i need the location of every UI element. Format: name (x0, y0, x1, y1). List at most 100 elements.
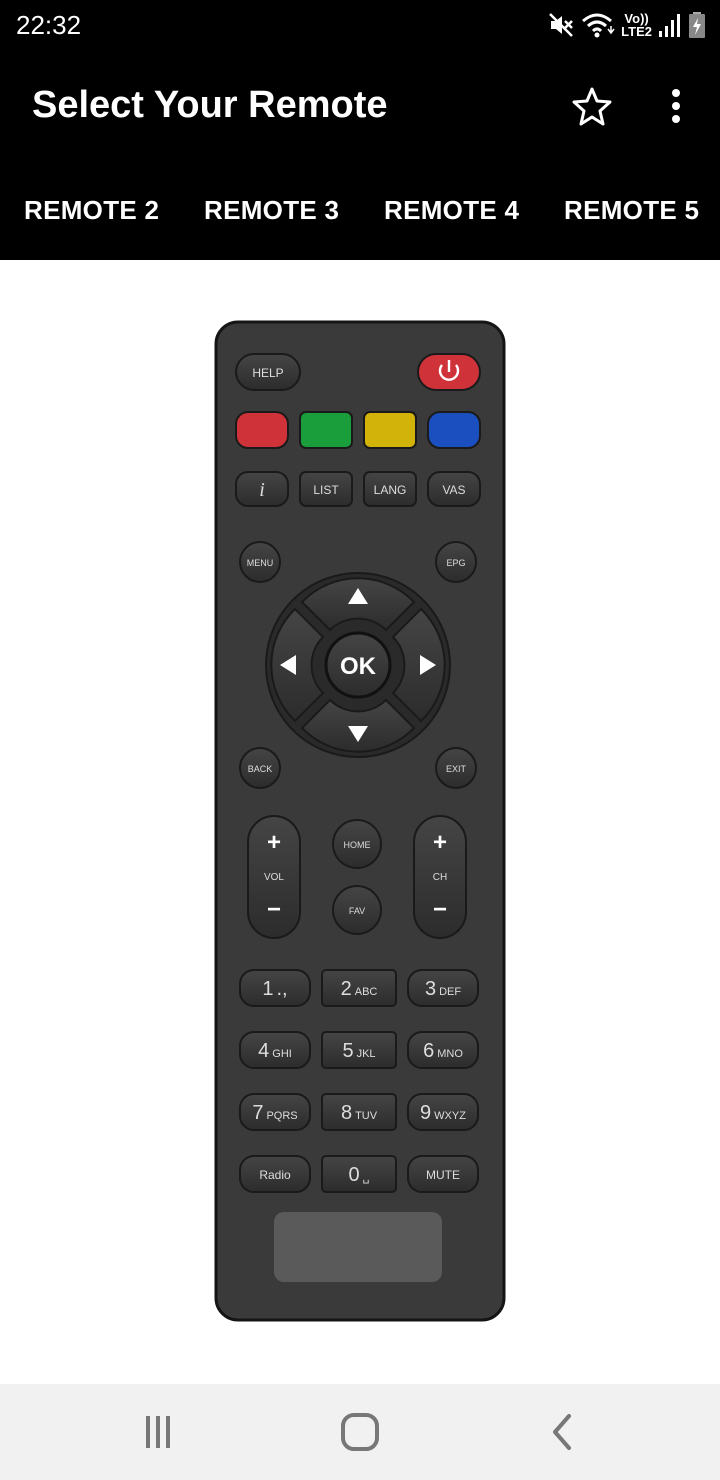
tab-bar: REMOTE 2 REMOTE 3 REMOTE 4 REMOTE 5 (0, 160, 720, 260)
home-button[interactable]: HOME (332, 819, 382, 869)
green-button[interactable] (299, 411, 353, 449)
favorite-button[interactable] (566, 80, 618, 132)
exit-button[interactable]: EXIT (435, 747, 477, 789)
status-bar: 22:32 Vo)) LTE2 (0, 0, 720, 50)
status-time: 22:32 (16, 10, 82, 40)
key-5-letters: JKL (357, 1048, 376, 1060)
tab-remote-4[interactable]: REMOTE 4 (384, 160, 519, 260)
key-0-letters: ␣ (363, 1172, 370, 1184)
tab-remote-2[interactable]: REMOTE 2 (24, 160, 159, 260)
fav-button[interactable]: FAV (332, 885, 382, 935)
home-label: HOME (344, 840, 371, 850)
vol-plus-label: + (267, 829, 281, 856)
help-label: HELP (252, 366, 283, 380)
vol-minus-label: − (267, 896, 281, 923)
key-8-digit: 8 (341, 1102, 352, 1124)
lte2-label: LTE2 (621, 24, 652, 39)
red-button[interactable] (235, 411, 289, 449)
system-nav-bar (0, 1384, 720, 1480)
key-8[interactable]: 8 TUV (321, 1093, 397, 1131)
radio-label: Radio (259, 1168, 291, 1182)
epg-label: EPG (446, 558, 465, 568)
key-6[interactable]: 6 MNO (407, 1031, 479, 1069)
app-bar: Select Your Remote (0, 50, 720, 160)
key-1-letters: ., (277, 978, 288, 1000)
key-3-digit: 3 (425, 978, 436, 1000)
ch-label: CH (433, 872, 447, 883)
lang-label: LANG (374, 483, 407, 497)
dpad: OK (265, 572, 451, 758)
volte-lte2-icon: Vo)) LTE2 (621, 12, 652, 38)
key-3-letters: DEF (439, 986, 461, 998)
power-button[interactable] (417, 353, 481, 391)
info-button[interactable]: i (235, 471, 289, 507)
wifi-icon (582, 13, 615, 38)
star-icon (572, 87, 612, 126)
more-vert-icon (672, 89, 680, 123)
back-label: BACK (248, 764, 273, 774)
key-7-letters: PQRS (266, 1110, 297, 1122)
tab-remote-3[interactable]: REMOTE 3 (204, 160, 339, 260)
back-nav-button[interactable] (522, 1404, 602, 1460)
ok-label: OK (340, 653, 377, 680)
home-icon (341, 1413, 379, 1451)
key-5[interactable]: 5 JKL (321, 1031, 397, 1069)
help-button[interactable]: HELP (235, 353, 301, 391)
radio-button[interactable]: Radio (239, 1155, 311, 1193)
channel-rocker[interactable]: + CH − (413, 815, 467, 939)
key-9-letters: WXYZ (434, 1110, 466, 1122)
recent-apps-icon (146, 1416, 170, 1448)
key-0-digit: 0 (348, 1164, 359, 1186)
key-6-digit: 6 (423, 1040, 434, 1062)
vas-label: VAS (442, 483, 465, 497)
key-4-letters: GHI (272, 1048, 292, 1060)
key-6-letters: MNO (437, 1048, 463, 1060)
mute-button[interactable]: MUTE (407, 1155, 479, 1193)
more-options-button[interactable] (654, 80, 698, 132)
lang-button[interactable]: LANG (363, 471, 417, 507)
key-3[interactable]: 3 DEF (407, 969, 479, 1007)
status-icons: Vo)) LTE2 (547, 8, 706, 42)
yellow-button[interactable] (363, 411, 417, 449)
key-2-digit: 2 (341, 978, 352, 1000)
key-0[interactable]: 0 ␣ (321, 1155, 397, 1193)
signal-icon (659, 14, 680, 37)
battery-icon (689, 12, 705, 38)
key-9-digit: 9 (420, 1102, 431, 1124)
page-title: Select Your Remote (32, 84, 388, 126)
key-4-digit: 4 (258, 1040, 269, 1062)
exit-label: EXIT (446, 764, 467, 774)
ch-minus-label: − (433, 896, 447, 923)
epg-button[interactable]: EPG (435, 541, 477, 583)
recent-apps-button[interactable] (118, 1404, 198, 1460)
remote-control-image[interactable]: HELP i LIST LANG VAS MENU EPG OK BACK EX… (214, 320, 506, 1324)
mute-label: MUTE (426, 1168, 460, 1182)
vas-button[interactable]: VAS (427, 471, 481, 507)
key-2-letters: ABC (355, 986, 378, 998)
back-icon (553, 1414, 571, 1450)
list-label: LIST (313, 483, 339, 497)
menu-button[interactable]: MENU (239, 541, 281, 583)
key-9[interactable]: 9 WXYZ (407, 1093, 479, 1131)
vol-label: VOL (264, 872, 284, 883)
key-7[interactable]: 7 PQRS (239, 1093, 311, 1131)
mute-icon (549, 13, 574, 37)
fav-label: FAV (349, 906, 365, 916)
key-1-digit: 1 (262, 978, 273, 1000)
volume-rocker[interactable]: + VOL − (247, 815, 301, 939)
key-2[interactable]: 2 ABC (321, 969, 397, 1007)
key-4[interactable]: 4 GHI (239, 1031, 311, 1069)
ir-window (274, 1212, 442, 1282)
tab-remote-5[interactable]: REMOTE 5 (564, 160, 699, 260)
list-button[interactable]: LIST (299, 471, 353, 507)
info-label: i (259, 479, 265, 501)
ok-button[interactable]: OK (324, 631, 392, 699)
key-5-digit: 5 (342, 1040, 353, 1062)
home-nav-button[interactable] (320, 1404, 400, 1460)
key-8-letters: TUV (355, 1110, 378, 1122)
back-button[interactable]: BACK (239, 747, 281, 789)
ch-plus-label: + (433, 829, 447, 856)
blue-button[interactable] (427, 411, 481, 449)
key-1[interactable]: 1., (239, 969, 311, 1007)
key-7-digit: 7 (252, 1102, 263, 1124)
